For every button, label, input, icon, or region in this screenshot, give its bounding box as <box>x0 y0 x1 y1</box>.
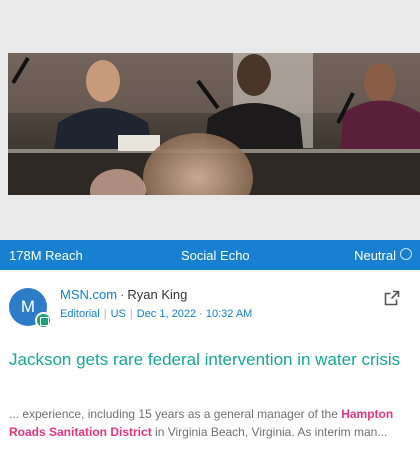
stats-bar: 178M Reach Social Echo Neutral <box>0 240 420 270</box>
article-card: M MSN.com · Ryan King Editorial | US | Dec 1, … <box>0 270 420 470</box>
source-separator: · <box>120 287 125 302</box>
reach-stat: 178M Reach <box>9 248 83 263</box>
external-link-icon[interactable] <box>384 290 400 306</box>
meta-divider: | <box>129 308 133 320</box>
editorial-badge-icon <box>35 312 52 329</box>
article-photo <box>8 53 420 195</box>
article-meta: Editorial | US | Dec 1, 2022 · 10:32 AM <box>60 308 252 320</box>
panel-discussion-image <box>8 53 420 195</box>
sentiment-circle-icon[interactable] <box>400 248 412 260</box>
author-name[interactable]: Ryan King <box>127 287 187 302</box>
snippet-text: ... experience, including 15 years as a … <box>9 407 342 421</box>
article-type: Editorial <box>60 308 100 320</box>
article-media <box>0 0 420 240</box>
article-country: US <box>110 308 126 320</box>
meta-divider: | <box>103 308 107 320</box>
sentiment-label: Neutral <box>354 248 396 263</box>
article-snippet: ... experience, including 15 years as a … <box>9 405 411 441</box>
source-line: MSN.com · Ryan King <box>60 287 187 302</box>
article-headline[interactable]: Jackson gets rare federal intervention i… <box>9 348 409 372</box>
social-echo-link[interactable]: Social Echo <box>181 248 250 263</box>
snippet-text: in Virginia Beach, Virginia. As interim … <box>151 425 388 439</box>
source-name[interactable]: MSN.com <box>60 287 117 302</box>
article-date: Dec 1, 2022 · 10:32 AM <box>136 308 253 320</box>
